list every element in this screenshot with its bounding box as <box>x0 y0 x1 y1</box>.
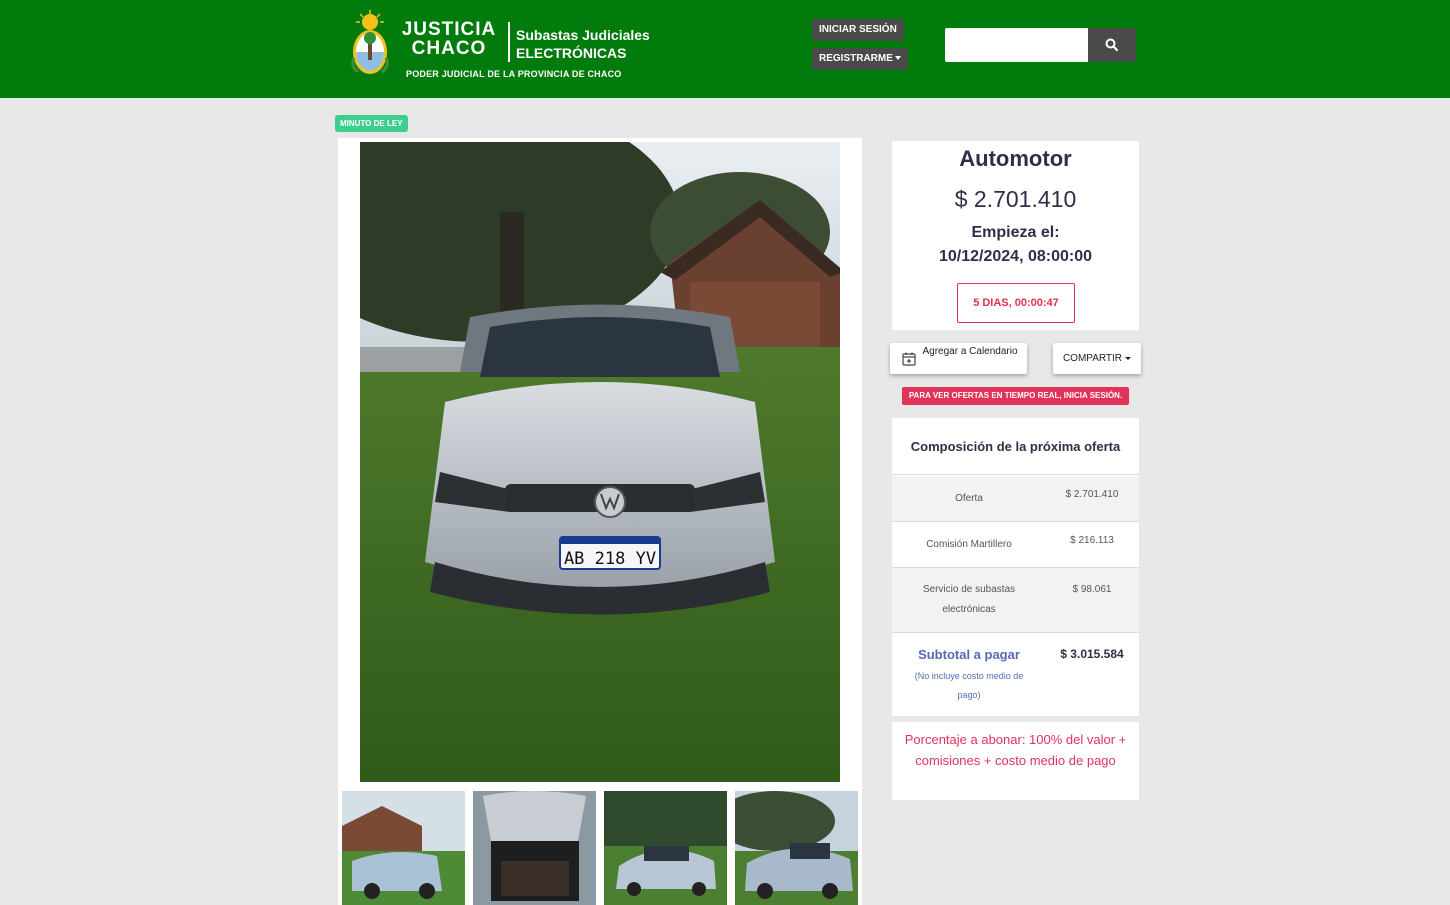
offer-composition-card: Composición de la próxima oferta Oferta … <box>892 418 1139 716</box>
subtotal-value: $ 3.015.584 <box>1060 647 1124 661</box>
search-icon <box>1105 38 1119 52</box>
gallery-thumbnail[interactable] <box>604 791 727 905</box>
countdown-timer: 5 DIAS, 00:00:47 <box>957 283 1075 323</box>
lot-title: Automotor <box>959 146 1072 171</box>
top-navbar: JUSTICIA CHACO Subastas Judiciales ELECT… <box>0 0 1450 98</box>
share-dropdown-button[interactable]: COMPARTIR <box>1053 343 1141 374</box>
payment-percentage-note: Porcentaje a abonar: 100% del valor + co… <box>892 722 1139 800</box>
offer-row: Oferta $ 2.701.410 <box>892 476 1139 522</box>
logo-line-justicia: JUSTICIA <box>401 19 497 40</box>
add-to-calendar-button[interactable]: Agregar a Calendario <box>890 343 1027 374</box>
gallery-thumbnail[interactable] <box>342 791 465 905</box>
gallery-thumbnail[interactable] <box>473 791 596 905</box>
caret-down-icon <box>1125 356 1132 360</box>
minuto-de-ley-badge: MINUTO DE LEY <box>335 115 408 132</box>
caret-down-icon <box>894 56 901 61</box>
subtotal-note: (No incluye costo medio de pago) <box>914 671 1024 700</box>
svg-text:AB 218 YV: AB 218 YV <box>564 549 656 569</box>
lot-info-card: Automotor $ 2.701.410 Empieza el: 10/12/… <box>892 141 1139 330</box>
login-alert-badge: PARA VER OFERTAS EN TIEMPO REAL, INICIA … <box>902 387 1129 405</box>
provincial-crest-logo[interactable] <box>348 10 392 78</box>
search-input[interactable] <box>945 28 1088 62</box>
add-to-calendar-label: Agregar a Calendario <box>922 346 1018 357</box>
logo-subtitle: PODER JUDICIAL DE LA PROVINCIA DE CHACO <box>406 69 622 79</box>
offer-row: Comisión Martillero $ 216.113 <box>892 522 1139 568</box>
lot-base-price: $ 2.701.410 <box>954 186 1077 212</box>
calendar-plus-icon <box>902 352 916 366</box>
offer-row-label: Servicio de subastas electrónicas <box>922 584 1016 615</box>
gallery-thumbnail[interactable] <box>735 791 858 905</box>
login-button[interactable]: INICIAR SESIÓN <box>812 19 904 41</box>
share-label: COMPARTIR <box>1062 353 1123 364</box>
offer-row-value: $ 216.113 <box>1070 535 1114 546</box>
subtotal-label: Subtotal a pagar <box>918 647 1020 662</box>
offer-row: Servicio de subastas electrónicas $ 98.0… <box>892 568 1139 633</box>
offer-row-value: $ 2.701.410 <box>1065 489 1119 500</box>
logo-subastas-line2: ELECTRÓNICAS <box>516 45 627 61</box>
offer-composition-title: Composición de la próxima oferta <box>892 418 1139 475</box>
logo-divider <box>508 22 510 62</box>
main-vehicle-photo[interactable]: AB 218 YV <box>360 142 840 782</box>
logo-line-chaco: CHACO <box>411 38 487 59</box>
logo-subastas-line1: Subastas Judiciales <box>516 27 650 43</box>
offer-row-label: Comisión Martillero <box>926 539 1012 550</box>
subtotal-row: Subtotal a pagar (No incluye costo medio… <box>892 633 1139 716</box>
offer-row-label: Oferta <box>955 493 983 504</box>
search-button[interactable] <box>1088 28 1136 62</box>
offer-row-value: $ 98.061 <box>1072 584 1112 595</box>
logo-subastas[interactable]: Subastas Judiciales ELECTRÓNICAS <box>516 26 650 62</box>
register-label: REGISTRARME <box>819 53 893 64</box>
start-date: 10/12/2024, 08:00:00 <box>938 248 1092 265</box>
photo-gallery: AB 218 YV <box>338 138 862 905</box>
register-dropdown-button[interactable]: REGISTRARME <box>812 48 908 70</box>
logo-justicia-chaco[interactable]: JUSTICIA CHACO <box>398 20 500 58</box>
start-label: Empieza el: <box>971 224 1060 241</box>
